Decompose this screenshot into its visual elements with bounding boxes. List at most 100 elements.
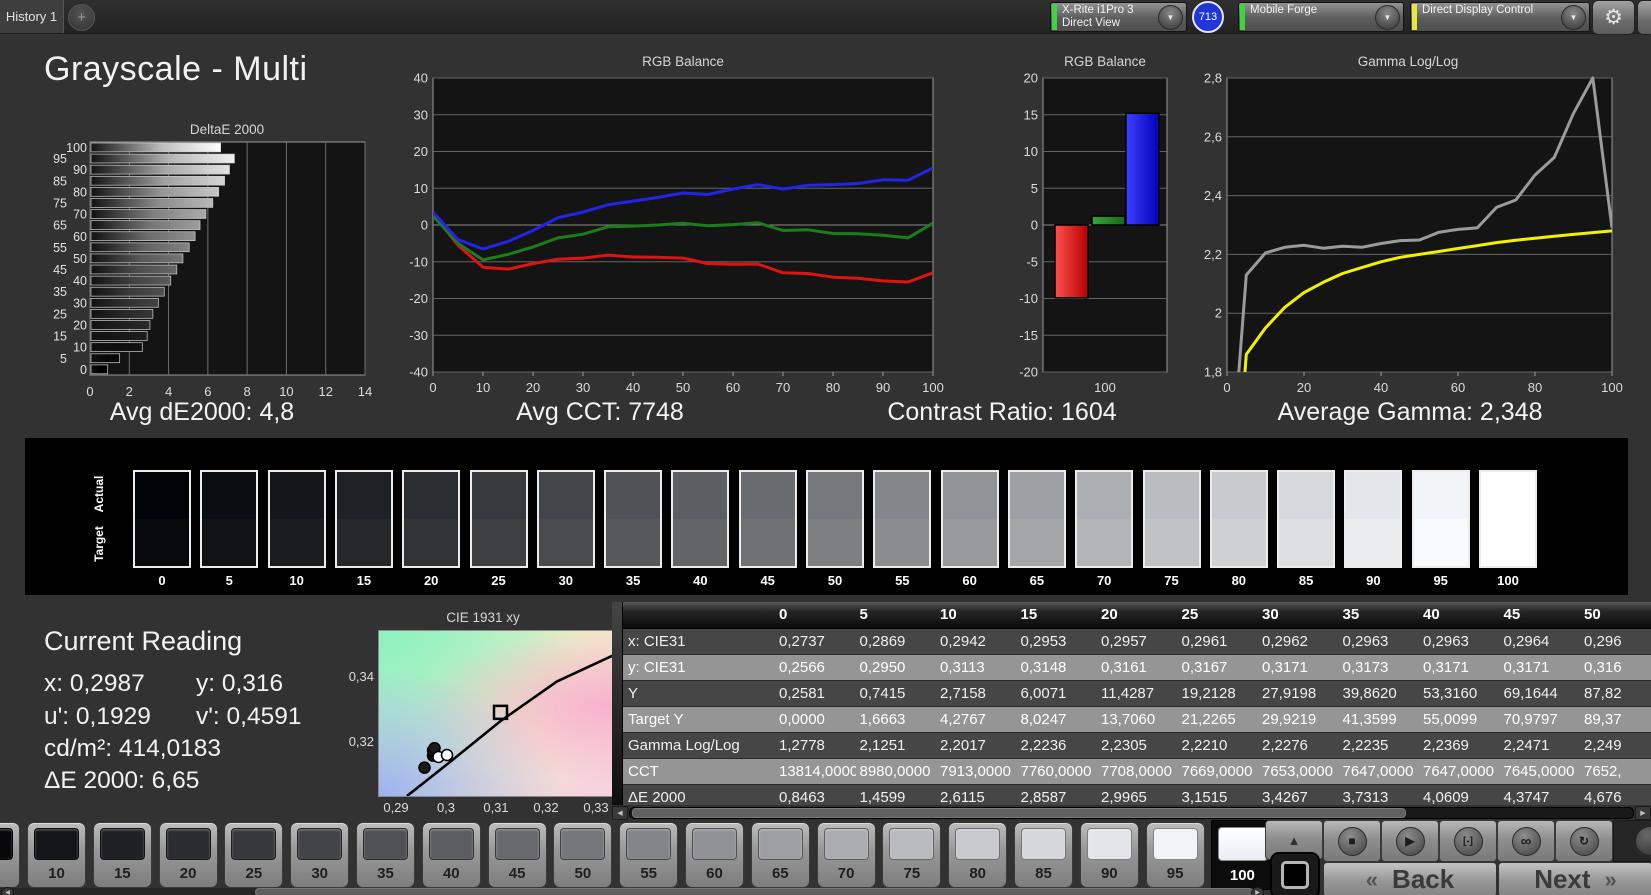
toolbar-scrollbar-thumb[interactable] <box>255 888 1253 895</box>
meter-dropdown[interactable]: X-Rite i1Pro 3 Direct View ▼ <box>1050 2 1187 32</box>
grayscale-swatch <box>267 470 326 568</box>
table-cell: 13,7060 <box>1101 711 1156 728</box>
stimulus-button-95[interactable]: 95 <box>1145 822 1205 888</box>
toolbar-scroll-left-button[interactable]: ◀ <box>1 887 14 895</box>
clipped-tool-button[interactable] <box>1613 820 1651 862</box>
table-cell: 0,8463 <box>779 789 825 805</box>
swatch-actual-half <box>606 472 661 519</box>
svg-text:40: 40 <box>414 71 428 86</box>
source-dropdown[interactable]: Mobile Forge ▼ <box>1238 2 1404 32</box>
display-label: Direct Display Control <box>1422 4 1534 16</box>
table-cell: 7760,0000 <box>1020 763 1092 780</box>
stimulus-button-55[interactable]: 55 <box>619 822 679 888</box>
grayscale-swatch <box>1209 470 1268 568</box>
display-control-dropdown[interactable]: Direct Display Control ▼ <box>1410 2 1590 32</box>
stimulus-button-label: 50 <box>574 865 592 882</box>
collapse-panel-button[interactable]: ◀ <box>1637 0 1651 35</box>
loop-button[interactable]: ∞ <box>1497 820 1555 862</box>
add-tab-button[interactable]: + <box>68 4 95 31</box>
table-scroll-right-button[interactable]: ▶ <box>1635 806 1651 820</box>
table-row-label: x: CIE31 <box>628 633 686 650</box>
svg-text:2,6: 2,6 <box>1204 129 1222 144</box>
chevron-down-icon[interactable]: ▼ <box>1375 5 1400 30</box>
stimulus-button-80[interactable]: 80 <box>948 822 1008 888</box>
clipped-circle-icon <box>1636 827 1651 855</box>
svg-text:12: 12 <box>318 384 332 399</box>
swatch-target-half <box>740 519 795 566</box>
stimulus-swatch <box>955 828 1001 860</box>
stimulus-button-10[interactable]: 10 <box>27 822 86 888</box>
table-cell: 0,296 <box>1584 633 1622 650</box>
calibration-app: History 1 + X-Rite i1Pro 3 Direct View ▼… <box>0 0 1651 895</box>
table-column-header: 10 <box>940 606 957 623</box>
cie-y-tick-label: 0,34 <box>348 669 374 685</box>
reading-count-badge: 713 <box>1192 1 1224 33</box>
table-column-header: 30 <box>1262 606 1279 623</box>
refresh-button[interactable]: ↻ <box>1555 820 1613 862</box>
settings-button[interactable]: ⚙ <box>1592 0 1635 35</box>
svg-text:85: 85 <box>53 174 67 188</box>
avg-de2000-stat: Avg dE2000: 4,8 <box>109 398 295 426</box>
source-label: Mobile Forge <box>1250 4 1318 16</box>
table-cell: 2,249 <box>1584 737 1622 754</box>
table-cell: 0,2950 <box>859 659 906 676</box>
table-column-header: 20 <box>1101 606 1118 623</box>
stimulus-swatch <box>99 828 145 860</box>
stimulus-button-15[interactable]: 15 <box>92 822 152 888</box>
stimulus-button-85[interactable]: 85 <box>1014 822 1073 888</box>
stimulus-swatch <box>823 828 869 860</box>
stimulus-button-50[interactable]: 50 <box>553 822 613 888</box>
svg-text:2,2: 2,2 <box>1204 247 1222 262</box>
stimulus-button-65[interactable]: 65 <box>750 822 810 888</box>
chevron-down-icon[interactable]: ▼ <box>1561 5 1586 30</box>
chevron-down-icon[interactable]: ▼ <box>1158 5 1183 30</box>
stimulus-button-90[interactable]: 90 <box>1079 822 1139 888</box>
stimulus-button-30[interactable]: 30 <box>290 822 350 888</box>
stop-button[interactable]: ■ <box>1323 820 1381 862</box>
table-cell: 0,3171 <box>1262 659 1308 676</box>
swatch-target-half <box>538 519 593 566</box>
stimulus-swatch <box>165 828 211 860</box>
stimulus-button-70[interactable]: 70 <box>816 822 876 888</box>
table-cell: 0,2964 <box>1503 633 1550 650</box>
table-column-header: 0 <box>779 606 788 623</box>
table-cell: 4,3747 <box>1503 789 1550 805</box>
swatch-target-half <box>1279 519 1334 566</box>
table-cell: 7913,0000 <box>940 763 1011 780</box>
tab-history[interactable]: History 1 <box>0 0 64 33</box>
svg-text:15: 15 <box>1024 107 1038 122</box>
svg-text:80: 80 <box>1528 380 1542 395</box>
table-scrollbar-thumb[interactable] <box>632 808 1406 818</box>
target-label: Target <box>92 526 106 562</box>
table-scroll-left-button[interactable]: ◀ <box>612 806 628 820</box>
stimulus-button-25[interactable]: 25 <box>224 822 284 888</box>
stimulus-button-35[interactable]: 35 <box>356 822 415 888</box>
table-row-label: ΔE 2000 <box>628 789 686 805</box>
table-cell: 0,2942 <box>940 633 986 650</box>
stimulus-button-75[interactable]: 75 <box>882 822 942 888</box>
interval-button[interactable]: [-] <box>1439 820 1497 862</box>
toolbar-scroll-right-button[interactable]: ▶ <box>1251 887 1264 895</box>
stimulus-button-45[interactable]: 45 <box>487 822 547 888</box>
next-button-label: Next <box>1534 864 1591 894</box>
svg-text:10: 10 <box>414 181 428 196</box>
stimulus-button-40[interactable]: 40 <box>421 822 481 888</box>
table-cell: 4,676 <box>1584 789 1622 805</box>
stimulus-button-clipped[interactable] <box>0 822 20 888</box>
stimulus-swatch <box>1152 828 1198 860</box>
table-cell: 2,2276 <box>1262 737 1308 754</box>
play-button[interactable]: ▶ <box>1381 820 1439 862</box>
table-cell: 0,2957 <box>1101 633 1147 650</box>
table-cell: 0,3173 <box>1342 659 1389 676</box>
stimulus-button-label: 25 <box>245 865 263 882</box>
back-button[interactable]: « Back <box>1323 862 1497 895</box>
stimulus-button-20[interactable]: 20 <box>158 822 218 888</box>
stimulus-button-60[interactable]: 60 <box>685 822 744 888</box>
svg-text:-30: -30 <box>409 328 428 343</box>
swatch-label: 45 <box>760 573 775 588</box>
table-corner-cell <box>612 602 775 628</box>
table-cell: 3,7313 <box>1342 789 1389 805</box>
next-button[interactable]: Next » <box>1498 862 1651 895</box>
window-display-button[interactable] <box>1270 852 1320 895</box>
stimulus-button-label: 15 <box>113 865 131 882</box>
